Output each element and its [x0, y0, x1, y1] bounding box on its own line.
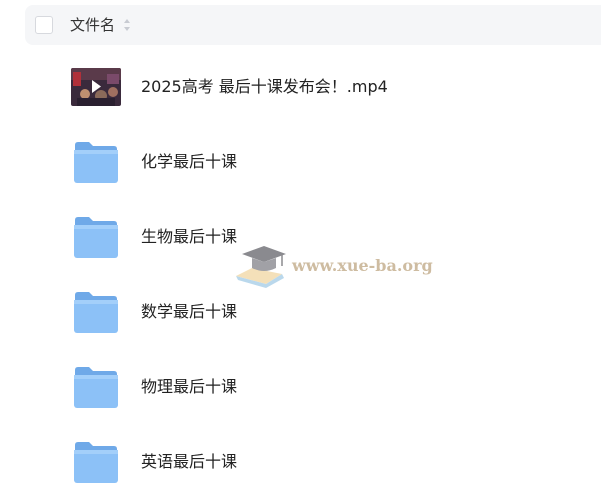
folder-icon: [74, 292, 118, 333]
select-all-checkbox[interactable]: [35, 16, 53, 34]
file-row-folder[interactable]: 化学最后十课: [25, 125, 601, 200]
graduation-cap-icon: [236, 246, 286, 288]
video-thumbnail-icon: [71, 68, 121, 106]
sort-arrows-icon[interactable]: [123, 17, 131, 33]
folder-icon: [74, 142, 118, 183]
file-row-folder[interactable]: 英语最后十课: [25, 425, 601, 500]
column-title-filename[interactable]: 文件名: [70, 15, 115, 35]
file-name[interactable]: 2025高考 最后十课发布会！.mp4: [141, 76, 388, 98]
folder-icon: [74, 367, 118, 408]
watermark-text: www.xue-ba.org: [292, 256, 433, 275]
file-name[interactable]: 英语最后十课: [141, 451, 237, 473]
file-name[interactable]: 物理最后十课: [141, 376, 237, 398]
file-name[interactable]: 化学最后十课: [141, 151, 237, 173]
file-row-folder[interactable]: 物理最后十课: [25, 350, 601, 425]
file-name[interactable]: 生物最后十课: [141, 226, 237, 248]
folder-icon: [74, 442, 118, 483]
file-row-video[interactable]: 2025高考 最后十课发布会！.mp4: [25, 50, 601, 125]
folder-icon: [74, 217, 118, 258]
file-name[interactable]: 数学最后十课: [141, 301, 237, 323]
watermark: www.xue-ba.org: [232, 240, 433, 290]
file-list-header: 文件名: [25, 5, 601, 45]
